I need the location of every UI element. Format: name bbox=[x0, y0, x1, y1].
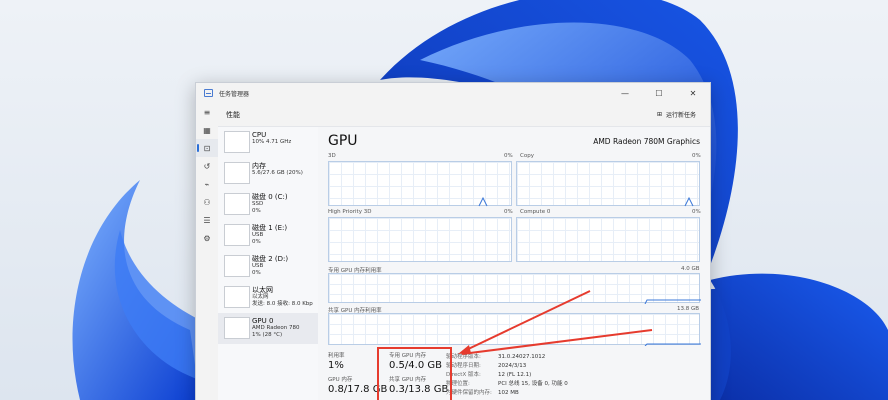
graph-hp3d-pct: 0% bbox=[504, 209, 513, 215]
detail-label: 物理位置: bbox=[446, 381, 470, 387]
graph-compute bbox=[516, 217, 700, 262]
sidebar-item-memory[interactable]: 内存 5.6/27.6 GB (20%) bbox=[218, 158, 318, 189]
disk-2-thumbnail bbox=[224, 255, 250, 277]
run-new-task-button[interactable]: ⊞ 运行新任务 bbox=[657, 110, 696, 119]
maximize-icon[interactable]: ☐ bbox=[642, 83, 676, 103]
sidebar-item-detail: USB bbox=[252, 232, 264, 238]
graph-3d-pct: 0% bbox=[504, 153, 513, 159]
task-manager-window: 任务管理器 — ☐ ✕ ≡ ▦ ⊡ ↺ ⌁ ⚇ ☰ ⚙ 性能 ⊞ 运行新任务 C… bbox=[195, 82, 711, 400]
sidebar-item-disk-0[interactable]: 磁盘 0 (C:) SSD 0% bbox=[218, 189, 318, 220]
resource-list: CPU 10% 4.71 GHz 内存 5.6/27.6 GB (20%) 磁盘… bbox=[218, 127, 318, 400]
sidebar-item-detail: 5.6/27.6 GB (20%) bbox=[252, 170, 303, 176]
disk-0-thumbnail bbox=[224, 193, 250, 215]
stat-value: 1% bbox=[328, 360, 344, 371]
sidebar-item-gpu-0[interactable]: GPU 0 AMD Radeon 780 1% (28 °C) bbox=[218, 313, 318, 344]
graph-copy-pct: 0% bbox=[692, 153, 701, 159]
page-header: 性能 ⊞ 运行新任务 bbox=[218, 103, 710, 127]
hamburger-menu-icon[interactable]: ≡ bbox=[196, 103, 218, 121]
app-history-icon[interactable]: ↺ bbox=[196, 157, 218, 175]
driver-details: 驱动程序版本: 31.0.24027.1012 驱动程序日期: 2024/3/13 … bbox=[446, 353, 568, 398]
startup-apps-icon[interactable]: ⌁ bbox=[196, 175, 218, 193]
title-bar[interactable]: 任务管理器 — ☐ ✕ bbox=[196, 83, 710, 103]
sidebar-item-detail: AMD Radeon 780 bbox=[252, 325, 300, 331]
nav-rail: ≡ ▦ ⊡ ↺ ⌁ ⚇ ☰ ⚙ bbox=[196, 103, 218, 400]
minimize-icon[interactable]: — bbox=[608, 83, 642, 103]
cpu-thumbnail bbox=[224, 131, 250, 153]
services-icon[interactable]: ⚙ bbox=[196, 229, 218, 247]
sidebar-item-detail: 1% (28 °C) bbox=[252, 332, 283, 338]
sidebar-item-detail: 0% bbox=[252, 239, 261, 245]
detail-value: 31.0.24027.1012 bbox=[498, 354, 546, 360]
detail-label: DirectX 版本: bbox=[446, 372, 481, 378]
sidebar-item-detail: 0% bbox=[252, 270, 261, 276]
processes-icon[interactable]: ▦ bbox=[196, 121, 218, 139]
sidebar-item-label: 磁盘 1 (E:) bbox=[252, 224, 288, 232]
sidebar-item-disk-2[interactable]: 磁盘 2 (D:) USB 0% bbox=[218, 251, 318, 282]
memory-thumbnail bbox=[224, 162, 250, 184]
detail-value: 12 (FL 12.1) bbox=[498, 372, 532, 378]
sidebar-item-detail: 0% bbox=[252, 208, 261, 214]
graph-copy bbox=[516, 161, 700, 207]
sidebar-item-detail: USB bbox=[252, 263, 264, 269]
sidebar-item-cpu[interactable]: CPU 10% 4.71 GHz bbox=[218, 127, 318, 158]
run-new-task-label: 运行新任务 bbox=[665, 112, 696, 119]
page-title: 性能 bbox=[226, 110, 240, 119]
graph-hp3d bbox=[328, 217, 512, 262]
detail-label: 为硬件保留的内存: bbox=[446, 390, 492, 396]
window-title: 任务管理器 bbox=[219, 90, 250, 98]
graph-shared bbox=[328, 313, 701, 346]
users-icon[interactable]: ⚇ bbox=[196, 193, 218, 211]
task-manager-app-icon bbox=[204, 89, 213, 97]
graph-3d bbox=[328, 161, 512, 207]
sidebar-item-label: GPU 0 bbox=[252, 317, 274, 325]
sidebar-item-ethernet[interactable]: 以太网 以太网 发送: 8.0 接收: 8.0 Kbp bbox=[218, 282, 318, 313]
annotation-highlight-box bbox=[377, 347, 452, 400]
graph-3d-label: 3D bbox=[328, 153, 336, 159]
ethernet-thumbnail bbox=[224, 286, 250, 308]
sidebar-item-disk-1[interactable]: 磁盘 1 (E:) USB 0% bbox=[218, 220, 318, 251]
detail-value: 2024/3/13 bbox=[498, 363, 527, 369]
detail-value: 102 MB bbox=[498, 390, 519, 396]
gpu-device-name: AMD Radeon 780M Graphics bbox=[593, 137, 700, 146]
detail-value: PCI 总线 15, 设备 0, 功能 0 bbox=[498, 381, 568, 387]
panel-title: GPU bbox=[328, 133, 358, 149]
graph-compute-label: Compute 0 bbox=[520, 209, 551, 215]
sidebar-item-detail: SSD bbox=[252, 201, 264, 207]
sidebar-item-label: 磁盘 0 (C:) bbox=[252, 193, 288, 201]
detail-label: 驱动程序版本: bbox=[446, 354, 481, 360]
graph-shared-max: 13.8 GB bbox=[677, 306, 700, 312]
details-icon[interactable]: ☰ bbox=[196, 211, 218, 229]
graph-compute-pct: 0% bbox=[692, 209, 701, 215]
sidebar-item-label: 以太网 bbox=[252, 286, 273, 294]
graph-copy-label: Copy bbox=[520, 153, 534, 159]
sidebar-item-detail: 发送: 8.0 接收: 8.0 Kbp bbox=[252, 301, 313, 307]
performance-icon[interactable]: ⊡ bbox=[196, 139, 218, 157]
stat-label: 利用率 bbox=[328, 353, 345, 359]
detail-label: 驱动程序日期: bbox=[446, 363, 481, 369]
sidebar-item-label: 内存 bbox=[252, 162, 266, 170]
run-task-icon: ⊞ bbox=[656, 111, 662, 118]
sidebar-item-detail: 10% 4.71 GHz bbox=[252, 139, 292, 145]
disk-1-thumbnail bbox=[224, 224, 250, 246]
gpu-thumbnail bbox=[224, 317, 250, 339]
stat-utilization: 利用率 1% bbox=[328, 353, 345, 372]
sidebar-item-label: CPU bbox=[252, 131, 267, 139]
close-icon[interactable]: ✕ bbox=[676, 83, 710, 103]
sidebar-item-detail: 以太网 bbox=[252, 294, 269, 300]
graph-dedicated-max: 4.0 GB bbox=[681, 266, 700, 272]
graph-dedicated bbox=[328, 273, 701, 304]
sidebar-item-label: 磁盘 2 (D:) bbox=[252, 255, 289, 263]
graph-hp3d-label: High Priority 3D bbox=[328, 209, 372, 215]
